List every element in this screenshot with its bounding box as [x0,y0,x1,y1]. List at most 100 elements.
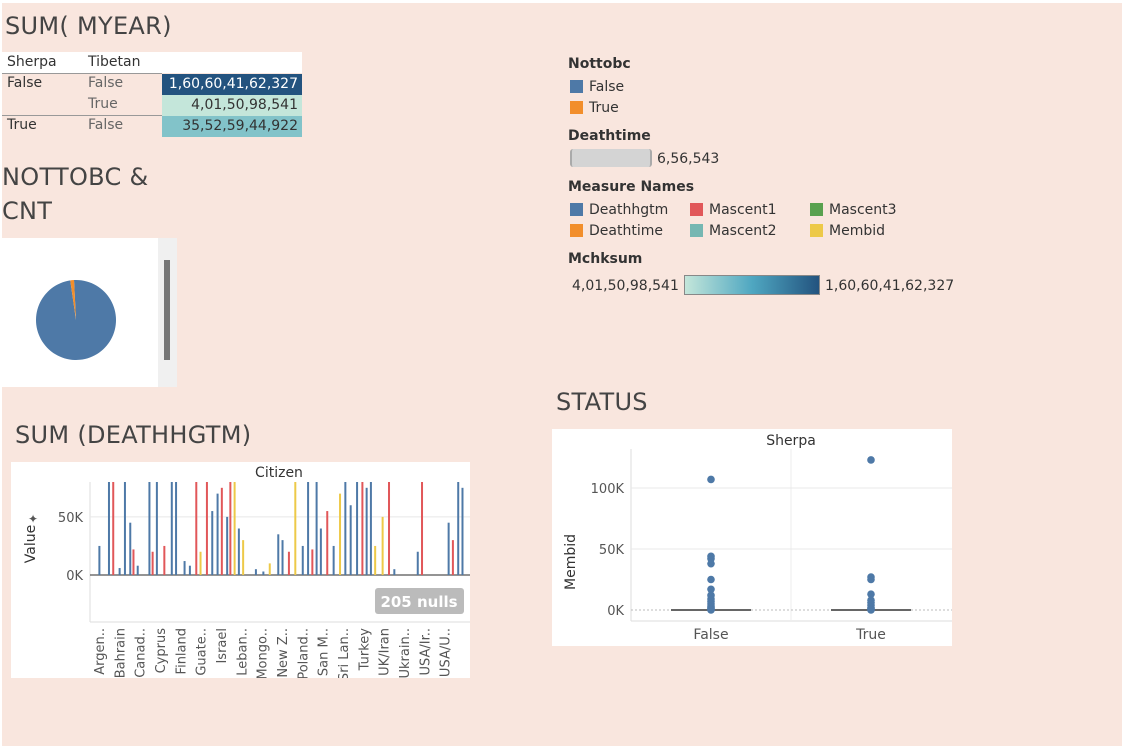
status-chart[interactable]: Sherpa Membid 0K 50K 100K False True [552,429,952,646]
bar-mark[interactable] [229,482,232,575]
bar-mark[interactable] [319,528,322,576]
scatter-point[interactable] [707,575,715,584]
bar-mark[interactable] [457,482,460,575]
bar-mark[interactable] [118,568,121,575]
bar-mark[interactable] [326,511,329,575]
bar-mark[interactable] [277,534,280,575]
bar-mark[interactable] [195,482,198,575]
bar-mark[interactable] [311,549,314,575]
legend-measure-mascent2[interactable]: Mascent2 [690,222,777,240]
swatch-icon [690,203,703,216]
bar-mark[interactable] [287,551,290,575]
y-tick-label: 0K [607,604,624,619]
bar-mark[interactable] [233,482,236,575]
bar-mark[interactable] [416,551,419,575]
bar-mark[interactable] [107,482,110,575]
bar-mark[interactable] [112,482,115,575]
bar-mark[interactable] [356,482,359,575]
bar-mark[interactable] [451,540,454,575]
scatter-point[interactable] [707,475,715,484]
bar-mark[interactable] [183,561,186,575]
y-axis-label: Membid [563,534,579,590]
cell-false-false[interactable]: 1,60,60,41,62,327 [162,74,302,95]
scatter-point[interactable] [707,559,715,568]
bar-mark[interactable] [268,563,271,575]
x-tick-label: Argen.. [93,628,108,675]
bar-mark[interactable] [307,482,310,575]
mchksum-color-ramp[interactable] [684,275,820,295]
legend-deathtime-title: Deathtime [568,128,651,144]
bar-mark[interactable] [365,487,368,575]
bar-mark[interactable] [332,545,335,575]
legend-measure-deathhgtm[interactable]: Deathhgtm [570,201,668,219]
bar-mark[interactable] [226,516,229,575]
bar-mark[interactable] [361,482,364,575]
cell-true-false[interactable]: 35,52,59,44,922 [162,116,302,137]
legend-measure-title: Measure Names [568,179,695,195]
legend-measure-mascent1[interactable]: Mascent1 [690,201,777,219]
bar-mark[interactable] [242,540,245,575]
bar-mark[interactable] [369,482,372,575]
bar-mark[interactable] [461,487,464,575]
bar-mark[interactable] [205,482,208,575]
legend-measure-membid[interactable]: Membid [810,222,885,240]
bar-mark[interactable] [281,540,284,575]
pin-icon[interactable]: ✦ [28,512,38,526]
bar-mark[interactable] [151,551,154,575]
deathtime-size-legend[interactable] [570,149,652,167]
bar-mark[interactable] [254,569,257,575]
bar-mark[interactable] [294,482,297,575]
y-tick-label: 100K [591,482,625,497]
deathhgtm-chart[interactable]: Citizen Value ✦ 0K 50K Argen.. Bahrain Cana… [11,462,470,681]
bar-mark[interactable] [155,482,158,575]
bar-mark[interactable] [388,482,391,575]
bar-mark[interactable] [349,505,352,575]
bar-mark[interactable] [393,569,396,575]
bar-mark[interactable] [132,549,135,575]
scrollbar-thumb[interactable] [164,260,170,360]
bar-mark[interactable] [447,522,450,575]
bar-mark[interactable] [188,565,191,575]
sum-myear-title: SUM( MYEAR) [5,12,172,40]
x-tick-label: Canad.. [134,628,149,678]
bar-mark[interactable] [199,551,202,575]
bar-mark[interactable] [315,482,318,575]
bar-mark[interactable] [170,482,173,575]
row-tibetan-true: True [88,96,118,112]
bar-mark[interactable] [374,545,377,575]
bar-mark[interactable] [211,511,214,575]
bar-mark[interactable] [262,571,265,575]
bar-mark[interactable] [175,482,178,575]
bar-mark[interactable] [339,493,342,575]
bar-mark[interactable] [129,522,132,575]
sum-myear-crosstab[interactable]: Sherpa Tibetan False False 1,60,60,41,62… [2,52,302,137]
legend-measure-mascent3[interactable]: Mascent3 [810,201,897,219]
bar-mark[interactable] [220,487,223,575]
x-tick-label: Mongo.. [256,628,271,678]
scatter-point[interactable] [867,456,875,464]
scatter-point[interactable] [707,606,715,614]
bar-mark[interactable] [98,545,101,575]
x-tick-label: UK/Iran [378,628,393,676]
x-tick-label: Bahrain [113,628,128,678]
bar-mark[interactable] [301,545,304,575]
legend-measure-deathtime[interactable]: Deathtime [570,222,663,240]
legend-nottobc-true[interactable]: True [570,99,619,117]
status-panel: Sherpa Membid 0K 50K 100K False True [552,429,952,646]
legend-nottobc-false[interactable]: False [570,78,624,96]
bar-mark[interactable] [148,482,151,575]
bar-mark[interactable] [381,516,384,575]
bar-mark[interactable] [421,482,424,575]
bar-mark[interactable] [136,565,139,575]
cell-false-true[interactable]: 4,01,50,98,541 [162,95,302,116]
bar-mark[interactable] [344,482,347,575]
bar-mark[interactable] [216,493,219,575]
bar-mark[interactable] [163,545,166,575]
x-tick-label: Ukrain.. [398,628,413,678]
scatter-point[interactable] [867,606,875,614]
bar-mark[interactable] [237,528,240,576]
bar-mark[interactable] [123,482,126,575]
scatter-point[interactable] [867,575,875,584]
pie-chart[interactable] [2,238,177,387]
mchksum-max: 1,60,60,41,62,327 [825,278,955,294]
